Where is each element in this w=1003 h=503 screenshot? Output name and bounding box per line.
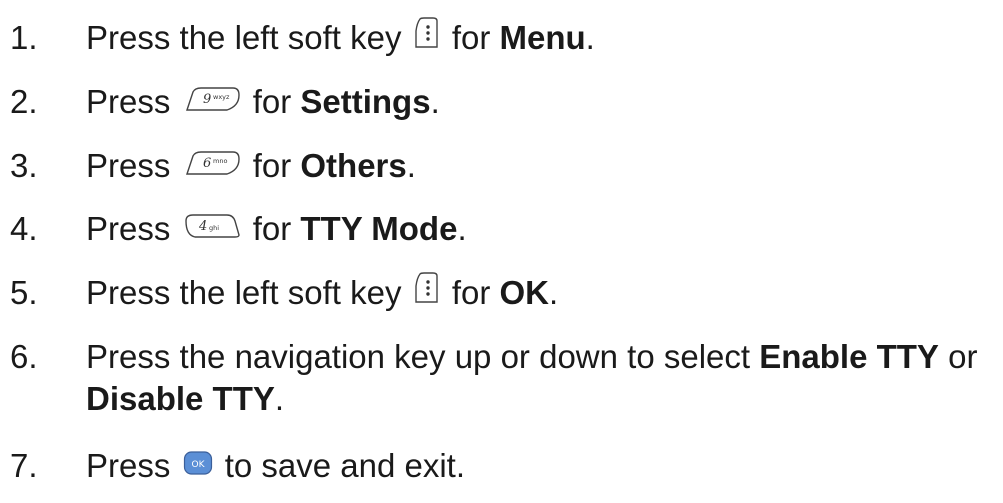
svg-text:6: 6	[203, 156, 211, 171]
step-number: 6.	[10, 338, 38, 375]
svg-text:9: 9	[203, 92, 211, 107]
key-6-mno-icon: 6 mno	[183, 145, 241, 185]
step-number: 7.	[10, 447, 38, 484]
key-9-wxyz-icon: 9 wxyz	[183, 81, 241, 121]
step-number: 4.	[10, 210, 38, 247]
ok-label: OK	[499, 274, 550, 311]
step-number: 5.	[10, 274, 38, 311]
step-text: Press 9 wxyz for Settings.	[86, 81, 440, 121]
svg-text:4: 4	[198, 219, 207, 234]
instruction-page: 1. Press the left soft key for Menu. 2. …	[0, 0, 1003, 503]
settings-label: Settings	[300, 83, 431, 120]
svg-text:OK: OK	[191, 460, 205, 470]
key-4-ghi-icon: 4 ghi	[183, 208, 241, 248]
step-number: 2.	[10, 83, 38, 120]
step-text: Press 4 ghi for TTY Mode.	[86, 208, 467, 248]
step-number: 3.	[10, 147, 38, 184]
step-text-line-1: Press the navigation key up or down to s…	[86, 338, 978, 375]
step-text: Press the left soft key for OK.	[86, 272, 558, 316]
ok-key-icon: OK	[183, 445, 213, 485]
enable-tty-label: Enable TTY	[759, 338, 939, 375]
left-soft-key-icon	[414, 272, 440, 313]
step-text: Press OK to save and exit.	[86, 445, 466, 485]
svg-text:mno: mno	[213, 157, 227, 165]
step-text: Press 6 mno for Others.	[86, 145, 416, 185]
svg-text:wxyz: wxyz	[213, 93, 230, 101]
step-text: Press the left soft key for Menu.	[86, 17, 595, 61]
svg-text:ghi: ghi	[209, 224, 219, 232]
disable-tty-label: Disable TTY	[86, 380, 275, 417]
step-number: 1.	[10, 19, 38, 56]
others-label: Others	[300, 147, 407, 184]
menu-label: Menu	[499, 19, 586, 56]
left-soft-key-icon	[414, 17, 440, 58]
tty-mode-label: TTY Mode	[300, 210, 458, 247]
step-text-line-2: Disable TTY.	[86, 380, 285, 417]
